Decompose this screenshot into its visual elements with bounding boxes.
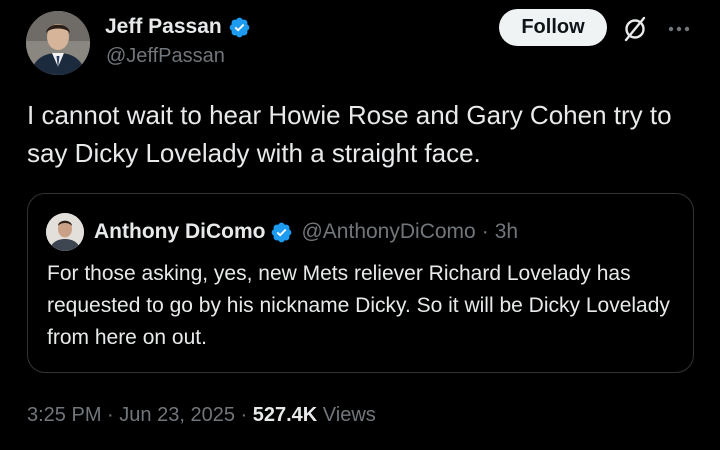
- author-avatar[interactable]: [26, 11, 90, 75]
- quote-author-avatar[interactable]: [46, 213, 84, 251]
- views-label: Views: [322, 404, 376, 426]
- quote-author-name[interactable]: Anthony DiComo: [94, 220, 265, 244]
- meta-separator: ·: [481, 220, 489, 243]
- quote-tweet-card[interactable]: Anthony DiComo @AnthonyDiComo · 3h For t…: [27, 193, 694, 373]
- author-handle[interactable]: @JeffPassan: [106, 45, 225, 68]
- quote-timestamp[interactable]: 3h: [495, 220, 518, 244]
- follow-button[interactable]: Follow: [499, 9, 607, 46]
- more-icon[interactable]: [666, 16, 692, 42]
- meta-separator: ·: [107, 404, 114, 426]
- tweet-date[interactable]: Jun 23, 2025: [119, 404, 235, 426]
- verified-badge-icon: [272, 222, 292, 242]
- tweet-meta: 3:25 PM · Jun 23, 2025 · 527.4K Views: [27, 404, 376, 427]
- quote-text: For those asking, yes, new Mets reliever…: [47, 262, 670, 349]
- tweet-time[interactable]: 3:25 PM: [27, 404, 101, 426]
- verified-badge-icon: [229, 17, 250, 37]
- author-name[interactable]: Jeff Passan: [105, 15, 222, 39]
- grok-icon[interactable]: [621, 15, 649, 43]
- tweet-text: I cannot wait to hear Howie Rose and Gar…: [27, 100, 672, 168]
- meta-separator: ·: [240, 404, 248, 426]
- views-count: 527.4K: [252, 404, 318, 426]
- quote-author-handle[interactable]: @AnthonyDiComo: [301, 220, 475, 244]
